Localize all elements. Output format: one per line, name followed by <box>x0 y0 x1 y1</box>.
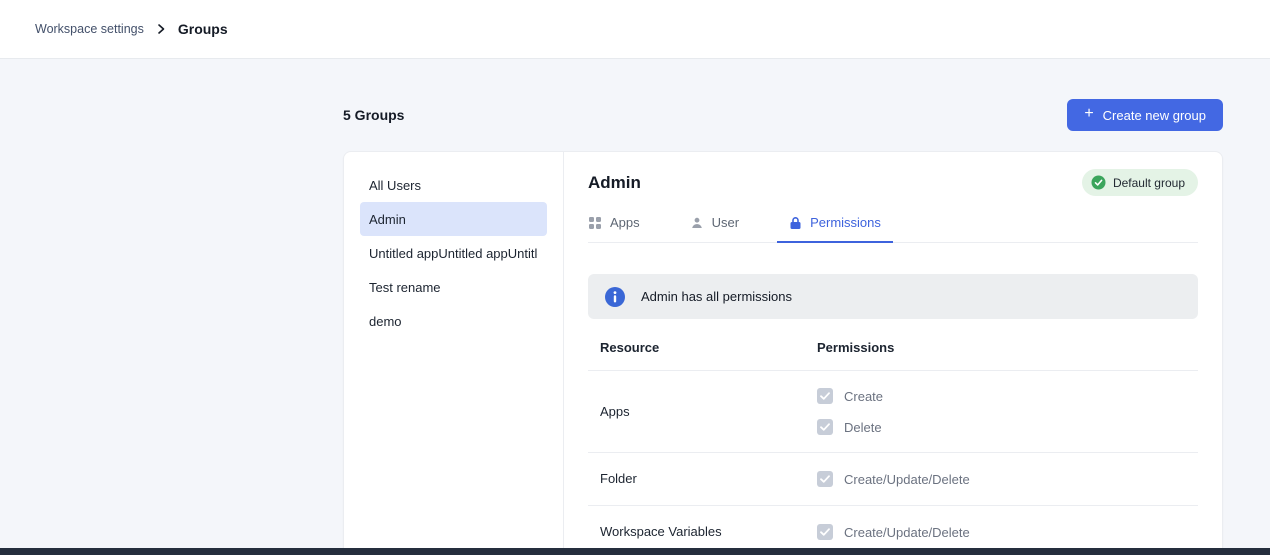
table-row-apps: Apps Create Delet <box>588 371 1198 453</box>
plus-icon: + <box>1084 106 1093 122</box>
table-row-workspace-variables: Workspace Variables Create/Update/Delete <box>588 506 1198 548</box>
permission-checkbox-workspace-variables[interactable] <box>817 524 833 540</box>
create-new-group-label: Create new group <box>1103 108 1206 123</box>
permissions-column-header: Permissions <box>817 340 894 355</box>
tab-user[interactable]: User <box>690 215 739 242</box>
chevron-right-icon <box>155 23 167 35</box>
sidebar-item-admin[interactable]: Admin <box>360 202 547 236</box>
info-icon <box>604 286 626 308</box>
permission-item-workspace-variables-cud: Create/Update/Delete <box>817 524 970 540</box>
permission-label: Create/Update/Delete <box>844 525 970 540</box>
permissions-info-banner: Admin has all permissions <box>588 274 1198 319</box>
group-detail-header: Admin Default group <box>588 169 1198 196</box>
breadcrumb-workspace-settings[interactable]: Workspace settings <box>35 22 144 36</box>
permission-checkbox-delete[interactable] <box>817 419 833 435</box>
bottom-edge-strip <box>0 548 1270 555</box>
permission-label: Create/Update/Delete <box>844 472 970 487</box>
table-row-folder: Folder Create/Update/Delete <box>588 453 1198 506</box>
tab-apps-label: Apps <box>610 215 640 230</box>
sidebar-item-demo[interactable]: demo <box>360 304 547 338</box>
breadcrumb: Workspace settings Groups <box>35 21 228 37</box>
check-icon <box>820 528 830 536</box>
groups-page: 5 Groups + Create new group All Users Ad… <box>343 99 1223 548</box>
sidebar-item-label: Admin <box>369 212 406 227</box>
sidebar-item-test-rename[interactable]: Test rename <box>360 270 547 304</box>
check-circle-icon <box>1091 175 1106 190</box>
permission-item-delete: Delete <box>817 419 883 435</box>
sidebar-item-label: Test rename <box>369 280 441 295</box>
group-detail-panel: Admin Default group <box>564 152 1222 548</box>
sidebar-item-untitled-app[interactable]: Untitled appUntitled appUntitle… <box>360 236 547 270</box>
resource-label: Apps <box>600 404 630 419</box>
apps-grid-icon <box>588 216 602 230</box>
permission-label: Create <box>844 389 883 404</box>
user-icon <box>690 216 704 230</box>
resource-label: Workspace Variables <box>600 524 722 539</box>
group-title: Admin <box>588 173 641 193</box>
sidebar-item-label: demo <box>369 314 402 329</box>
top-header: Workspace settings Groups <box>0 0 1270 59</box>
tab-permissions-label: Permissions <box>810 215 881 230</box>
check-icon <box>820 392 830 400</box>
permission-checkbox-create[interactable] <box>817 388 833 404</box>
tab-apps[interactable]: Apps <box>588 215 640 242</box>
groups-count-label: 5 Groups <box>343 107 404 123</box>
lock-icon <box>789 216 802 230</box>
permissions-table: Resource Permissions Apps <box>588 339 1198 548</box>
tab-permissions[interactable]: Permissions <box>789 215 881 242</box>
resource-label: Folder <box>600 471 637 486</box>
create-new-group-button[interactable]: + Create new group <box>1067 99 1223 131</box>
groups-card: All Users Admin Untitled appUntitled app… <box>343 151 1223 548</box>
resource-column-header: Resource <box>600 340 659 355</box>
sidebar-item-all-users[interactable]: All Users <box>360 168 547 202</box>
sidebar-item-label: Untitled appUntitled appUntitle… <box>369 246 538 261</box>
permissions-info-text: Admin has all permissions <box>641 289 792 304</box>
permission-checkbox-folder[interactable] <box>817 471 833 487</box>
permission-item-folder-cud: Create/Update/Delete <box>817 471 970 487</box>
group-detail-tabs: Apps User Permissions <box>588 215 1198 243</box>
tab-user-label: User <box>712 215 739 230</box>
permission-label: Delete <box>844 420 882 435</box>
sidebar-item-label: All Users <box>369 178 421 193</box>
check-icon <box>820 423 830 431</box>
groups-header-row: 5 Groups + Create new group <box>343 99 1223 131</box>
default-group-badge-label: Default group <box>1113 176 1185 190</box>
check-icon <box>820 475 830 483</box>
group-list-sidebar: All Users Admin Untitled appUntitled app… <box>344 152 564 548</box>
breadcrumb-current-groups: Groups <box>178 21 228 37</box>
permissions-table-header: Resource Permissions <box>588 339 1198 371</box>
default-group-badge: Default group <box>1082 169 1198 196</box>
permission-item-create: Create <box>817 388 883 404</box>
